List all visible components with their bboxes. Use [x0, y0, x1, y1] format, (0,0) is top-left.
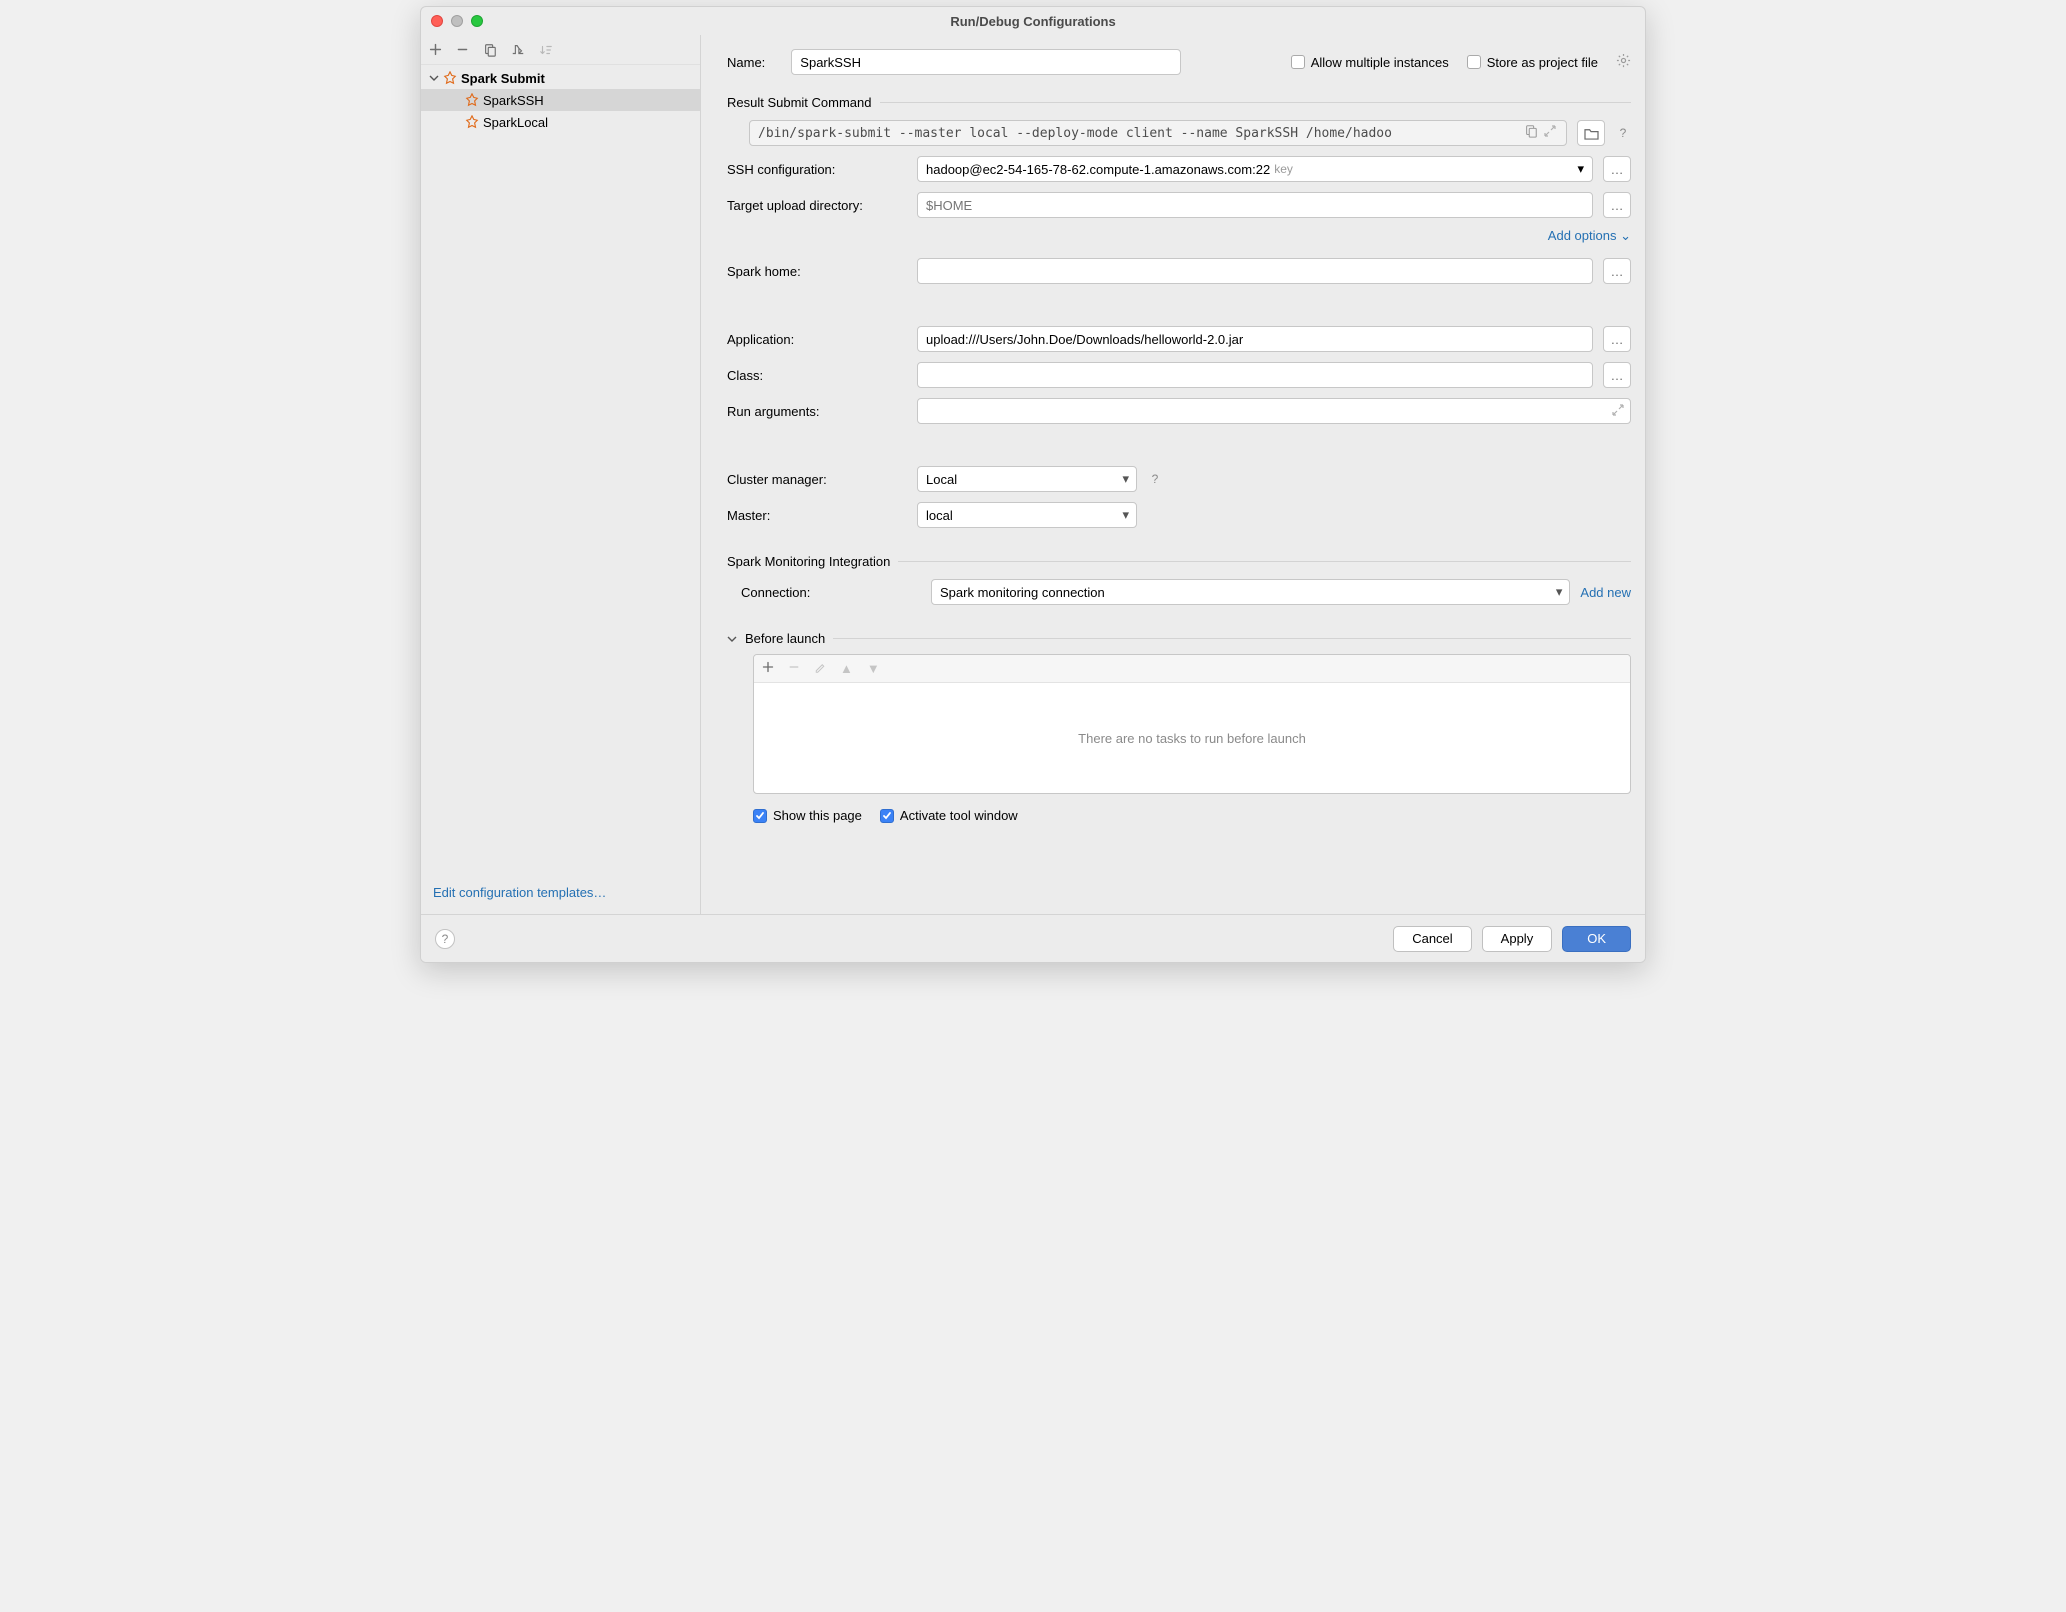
config-item-label: SparkSSH: [483, 93, 544, 108]
spark-icon: [465, 115, 479, 129]
target-label: Target upload directory:: [727, 198, 907, 213]
before-launch-box: ▲ ▼ There are no tasks to run before lau…: [753, 654, 1631, 794]
config-item-sparkssh[interactable]: SparkSSH: [421, 89, 700, 111]
allow-multiple-label: Allow multiple instances: [1311, 55, 1449, 70]
application-input[interactable]: [917, 326, 1593, 352]
spark-home-browse-button[interactable]: …: [1603, 258, 1631, 284]
cancel-button[interactable]: Cancel: [1393, 926, 1471, 952]
copy-config-icon[interactable]: [483, 43, 497, 57]
minimize-window-button[interactable]: [451, 15, 463, 27]
chevron-down-icon: ⌄: [1620, 228, 1631, 243]
show-page-label: Show this page: [773, 808, 862, 823]
ssh-config-value: hadoop@ec2-54-165-78-62.compute-1.amazon…: [926, 162, 1270, 177]
config-tree: Spark Submit SparkSSH SparkLocal: [421, 65, 700, 875]
ssh-config-hint: key: [1274, 162, 1293, 176]
sidebar: Spark Submit SparkSSH SparkLocal Edit co…: [421, 35, 701, 914]
spark-home-label: Spark home:: [727, 264, 907, 279]
ssh-config-dropdown[interactable]: hadoop@ec2-54-165-78-62.compute-1.amazon…: [917, 156, 1593, 182]
copy-command-icon[interactable]: [1524, 124, 1538, 142]
sort-config-icon[interactable]: [539, 43, 553, 57]
before-launch-title: Before launch: [745, 631, 825, 646]
main-panel: Name: Allow multiple instances Store as …: [701, 35, 1645, 914]
before-launch-empty-text: There are no tasks to run before launch: [754, 683, 1630, 793]
show-page-checkbox[interactable]: Show this page: [753, 808, 862, 823]
apply-button[interactable]: Apply: [1482, 926, 1553, 952]
window-title: Run/Debug Configurations: [421, 14, 1645, 29]
run-args-label: Run arguments:: [727, 404, 907, 419]
spark-home-input[interactable]: [917, 258, 1593, 284]
expand-args-icon[interactable]: [1612, 404, 1624, 419]
activate-tool-label: Activate tool window: [900, 808, 1018, 823]
remove-task-icon: [788, 661, 800, 676]
add-config-icon[interactable]: [429, 43, 442, 56]
application-browse-button[interactable]: …: [1603, 326, 1631, 352]
class-browse-button[interactable]: …: [1603, 362, 1631, 388]
add-task-icon[interactable]: [762, 661, 774, 676]
target-browse-button[interactable]: …: [1603, 192, 1631, 218]
help-icon[interactable]: ?: [1615, 125, 1631, 141]
sidebar-toolbar: [421, 35, 700, 65]
browse-command-button[interactable]: [1577, 120, 1605, 146]
edit-templates-link[interactable]: Edit configuration templates…: [433, 885, 606, 900]
gear-icon[interactable]: [1616, 53, 1631, 71]
allow-multiple-checkbox[interactable]: Allow multiple instances: [1291, 55, 1449, 70]
connection-select[interactable]: [931, 579, 1570, 605]
add-new-connection-link[interactable]: Add new: [1580, 585, 1631, 600]
help-icon[interactable]: ?: [1147, 471, 1163, 487]
ssh-browse-button[interactable]: …: [1603, 156, 1631, 182]
name-label: Name:: [727, 55, 765, 70]
ssh-label: SSH configuration:: [727, 162, 907, 177]
chevron-down-icon[interactable]: [727, 634, 737, 644]
result-section-title: Result Submit Command: [727, 95, 872, 110]
save-config-icon[interactable]: [511, 43, 525, 57]
monitoring-section-title: Spark Monitoring Integration: [727, 554, 890, 569]
master-select[interactable]: [917, 502, 1137, 528]
result-command-field: /bin/spark-submit --master local --deplo…: [749, 120, 1567, 146]
activate-tool-checkbox[interactable]: Activate tool window: [880, 808, 1018, 823]
before-launch-toolbar: ▲ ▼: [754, 655, 1630, 683]
help-button[interactable]: ?: [435, 929, 455, 949]
store-project-checkbox[interactable]: Store as project file: [1467, 55, 1598, 70]
class-input[interactable]: [917, 362, 1593, 388]
config-item-sparklocal[interactable]: SparkLocal: [421, 111, 700, 133]
connection-label: Connection:: [741, 585, 921, 600]
result-command-text: /bin/spark-submit --master local --deplo…: [758, 126, 1392, 141]
titlebar: Run/Debug Configurations: [421, 7, 1645, 35]
dialog-footer: ? Cancel Apply OK: [421, 914, 1645, 962]
config-group-label: Spark Submit: [461, 71, 545, 86]
ok-button[interactable]: OK: [1562, 926, 1631, 952]
window-controls: [421, 15, 483, 27]
spark-icon: [465, 93, 479, 107]
move-up-icon: ▲: [840, 661, 853, 676]
zoom-window-button[interactable]: [471, 15, 483, 27]
master-label: Master:: [727, 508, 907, 523]
config-group-spark-submit[interactable]: Spark Submit: [421, 67, 700, 89]
target-upload-input[interactable]: [917, 192, 1593, 218]
expand-command-icon[interactable]: [1544, 125, 1556, 141]
edit-task-icon: [814, 661, 826, 676]
remove-config-icon[interactable]: [456, 43, 469, 56]
chevron-down-icon: ▾: [1577, 161, 1584, 177]
close-window-button[interactable]: [431, 15, 443, 27]
class-label: Class:: [727, 368, 907, 383]
config-item-label: SparkLocal: [483, 115, 548, 130]
name-input[interactable]: [791, 49, 1181, 75]
cluster-manager-select[interactable]: [917, 466, 1137, 492]
move-down-icon: ▼: [867, 661, 880, 676]
dialog-window: Run/Debug Configurations Spark Submit: [420, 6, 1646, 963]
add-options-link[interactable]: Add options ⌄: [1548, 228, 1631, 243]
spark-icon: [443, 71, 457, 85]
store-project-label: Store as project file: [1487, 55, 1598, 70]
chevron-down-icon: [429, 73, 439, 83]
application-label: Application:: [727, 332, 907, 347]
cluster-manager-label: Cluster manager:: [727, 472, 907, 487]
run-args-input[interactable]: [917, 398, 1631, 424]
